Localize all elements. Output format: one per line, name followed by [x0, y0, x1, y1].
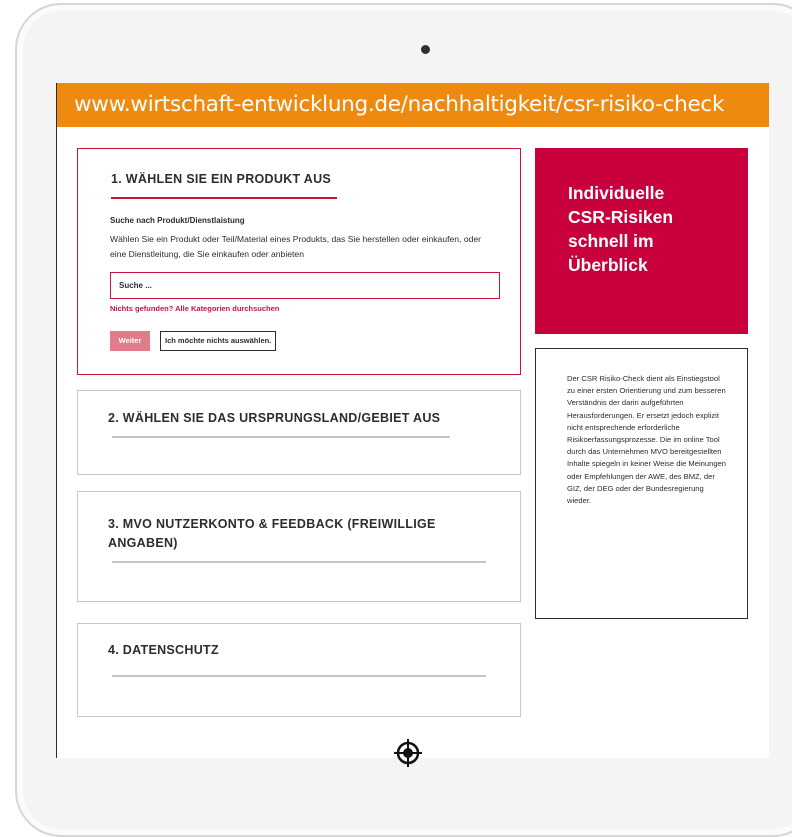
url-bar: www.wirtschaft-entwicklung.de/nachhaltig…: [57, 83, 769, 127]
promo-text: Individuelle CSR-Risiken schnell im Über…: [568, 183, 674, 275]
search-input[interactable]: Suche ...: [110, 272, 500, 299]
step-privacy[interactable]: 4. DATENSCHUTZ: [77, 623, 521, 717]
step-title: 1. WÄHLEN SIE EIN PRODUKT AUS: [111, 172, 332, 186]
search-description: Wählen Sie ein Produkt oder Teil/Materia…: [110, 234, 482, 259]
step-underline: [112, 675, 486, 677]
next-button[interactable]: Weiter: [110, 331, 150, 351]
screen: www.wirtschaft-entwicklung.de/nachhaltig…: [56, 83, 769, 758]
skip-selection-button[interactable]: Ich möchte nichts auswählen.: [160, 331, 277, 351]
step-title: 2. WÄHLEN SIE DAS URSPRUNGSLAND/GEBIET A…: [108, 411, 441, 425]
step-product[interactable]: 1. WÄHLEN SIE EIN PRODUKT AUS Suche nach…: [77, 148, 521, 375]
browse-categories-link[interactable]: Nichts gefunden? Alle Kategorien durchsu…: [110, 304, 279, 313]
step-underline: [112, 561, 486, 563]
crosshair-icon[interactable]: [393, 738, 423, 768]
camera-icon: [421, 45, 430, 54]
step-underline: [111, 197, 337, 199]
search-label: Suche nach Produkt/Dienstlaistung: [110, 216, 245, 225]
promo-banner: Individuelle CSR-Risiken schnell im Über…: [535, 148, 748, 334]
disclaimer-box: Der CSR Risiko-Check dient als Einstiegs…: [535, 348, 748, 619]
step-origin[interactable]: 2. WÄHLEN SIE DAS URSPRUNGSLAND/GEBIET A…: [77, 390, 521, 475]
disclaimer-text: Der CSR Risiko-Check dient als Einstiegs…: [567, 374, 727, 506]
step-underline: [112, 436, 450, 438]
step-account-feedback[interactable]: 3. MVO NUTZERKONTO & FEEDBACK (FREIWILLI…: [77, 491, 521, 602]
step-title: 3. MVO NUTZERKONTO & FEEDBACK (FREIWILLI…: [108, 517, 436, 550]
step-title: 4. DATENSCHUTZ: [108, 643, 219, 657]
